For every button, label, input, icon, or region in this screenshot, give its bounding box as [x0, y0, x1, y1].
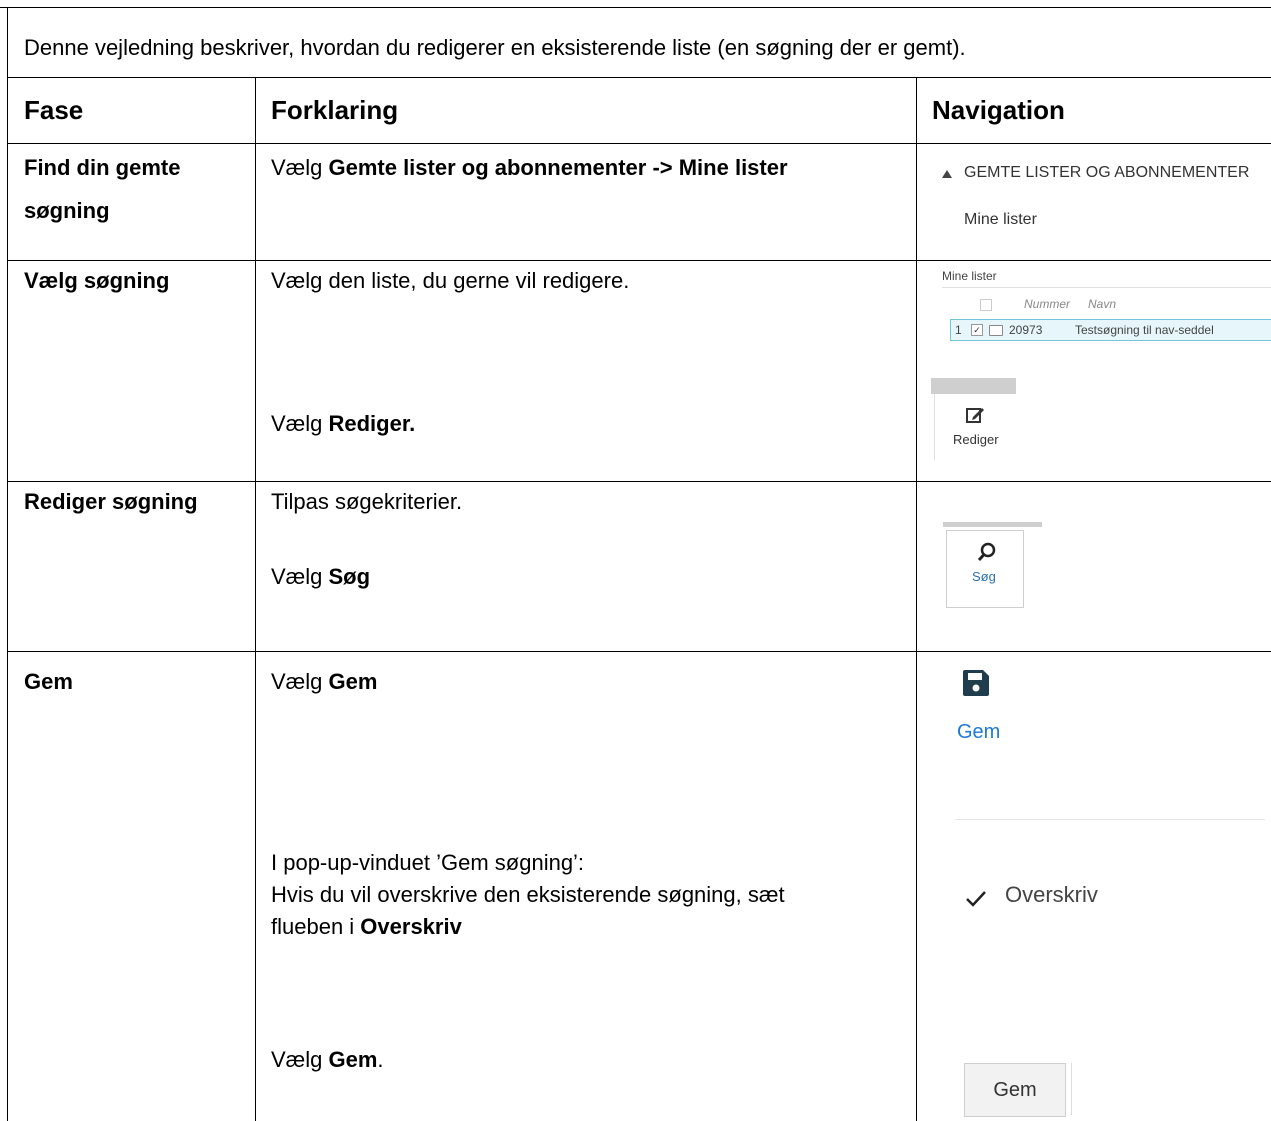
- floppy-disk-icon: [963, 670, 989, 696]
- rule-2: [7, 143, 1271, 144]
- row4-explanation-3-bold: Gem: [328, 1047, 378, 1072]
- search-icon: [977, 542, 996, 562]
- row3-explanation-2-prefix: Vælg: [271, 564, 329, 589]
- row4-popup-line3-prefix: flueben i: [271, 914, 361, 939]
- row4-popup-line3: flueben i Overskriv: [271, 912, 462, 942]
- row1-phase-line1: Find din gemte: [24, 155, 181, 180]
- row4-popup-line1: I pop-up-vinduet ’Gem søgning’:: [271, 850, 585, 875]
- col-divider-2: [916, 77, 917, 1121]
- mini-row-index: 1: [955, 323, 962, 337]
- row3-explanation-2-bold: Søg: [328, 564, 371, 589]
- toolbar-strip: [931, 378, 1016, 394]
- mini-row-navn: Testsøgning til nav-seddel: [1075, 323, 1214, 337]
- intro-text: Denne vejledning beskriver, hvordan du r…: [24, 35, 966, 60]
- rule-5: [7, 651, 1271, 652]
- row4-explanation-3: Vælg Gem.: [271, 1045, 384, 1075]
- row3-explanation-2: Vælg Søg: [271, 562, 370, 592]
- row4-explanation-1-bold: Gem: [328, 669, 378, 694]
- row1-explanation: Vælg Gemte lister og abonnementer -> Min…: [271, 153, 788, 183]
- button-edge: [1071, 1063, 1072, 1115]
- rediger-label: Rediger: [953, 432, 999, 447]
- row4-explanation-1-prefix: Vælg: [271, 669, 329, 694]
- row3-explanation-1: Tilpas søgekriterier.: [271, 489, 463, 514]
- header-fase: Fase: [24, 95, 84, 125]
- nav-section-saved-lists[interactable]: GEMTE LISTER OG ABONNEMENTER: [964, 164, 1249, 182]
- rule-3: [7, 260, 1271, 261]
- frame-top: [0, 7, 1271, 8]
- edit-icon: [966, 408, 984, 423]
- soeg-label: Søg: [972, 569, 996, 584]
- mini-row-nummer: 20973: [1009, 323, 1043, 337]
- rule-4: [7, 481, 1271, 482]
- row2-explanation-2: Vælg Rediger.: [271, 409, 415, 439]
- collapse-triangle-icon[interactable]: [942, 170, 952, 178]
- mini-header-checkbox[interactable]: [980, 299, 992, 311]
- checkmark-icon[interactable]: [963, 888, 989, 910]
- rule-1: [7, 77, 1271, 78]
- toolbar-strip-2: [943, 522, 1042, 527]
- gem-button[interactable]: Gem: [964, 1063, 1066, 1117]
- gem-icon-button[interactable]: Gem: [950, 665, 1020, 750]
- mini-col-nummer[interactable]: Nummer: [1024, 297, 1070, 311]
- header-forklaring: Forklaring: [271, 95, 399, 125]
- row1-explanation-bold: Gemte lister og abonnementer -> Mine lis…: [328, 155, 788, 180]
- col-divider-1: [255, 77, 256, 1121]
- row4-popup-line2: Hvis du vil overskrive den eksisterende …: [271, 882, 785, 907]
- row3-phase: Rediger søgning: [24, 489, 198, 514]
- row4-explanation-1: Vælg Gem: [271, 667, 377, 697]
- row1-explanation-prefix: Vælg: [271, 155, 329, 180]
- overskriv-checkbox-label[interactable]: Overskriv: [1005, 882, 1098, 908]
- row4-explanation-3-prefix: Vælg: [271, 1047, 329, 1072]
- folder-icon: [989, 325, 1003, 336]
- row2-explanation-2-bold: Rediger.: [328, 411, 416, 436]
- mini-lists-screenshot: Mine lister Nummer Navn 1 ✓ 20973 Testsø…: [936, 263, 1271, 345]
- guide-page: Denne vejledning beskriver, hvordan du r…: [0, 0, 1271, 1121]
- mini-lists-title: Mine lister: [942, 269, 997, 283]
- gem-icon-label: Gem: [957, 721, 1001, 743]
- row2-explanation-2-prefix: Vælg: [271, 411, 329, 436]
- row2-explanation-1: Vælg den liste, du gerne vil redigere.: [271, 268, 630, 293]
- mini-table-row[interactable]: 1 ✓ 20973 Testsøgning til nav-seddel: [950, 319, 1271, 341]
- header-navigation: Navigation: [932, 95, 1065, 125]
- row1-phase-line2: søgning: [24, 198, 110, 223]
- mini-row-checkbox[interactable]: ✓: [971, 324, 983, 336]
- mini-col-navn[interactable]: Navn: [1088, 297, 1116, 311]
- nav-item-mine-lister[interactable]: Mine lister: [964, 211, 1037, 229]
- row4-popup-line3-bold: Overskriv: [360, 914, 462, 939]
- popup-divider: [955, 819, 1265, 820]
- frame-left: [7, 7, 8, 1121]
- row2-phase: Vælg søgning: [24, 268, 170, 293]
- row4-explanation-3-suffix: .: [377, 1047, 384, 1072]
- row4-phase: Gem: [24, 669, 73, 694]
- soeg-button[interactable]: Søg: [946, 530, 1024, 608]
- rediger-button[interactable]: Rediger: [934, 394, 1017, 460]
